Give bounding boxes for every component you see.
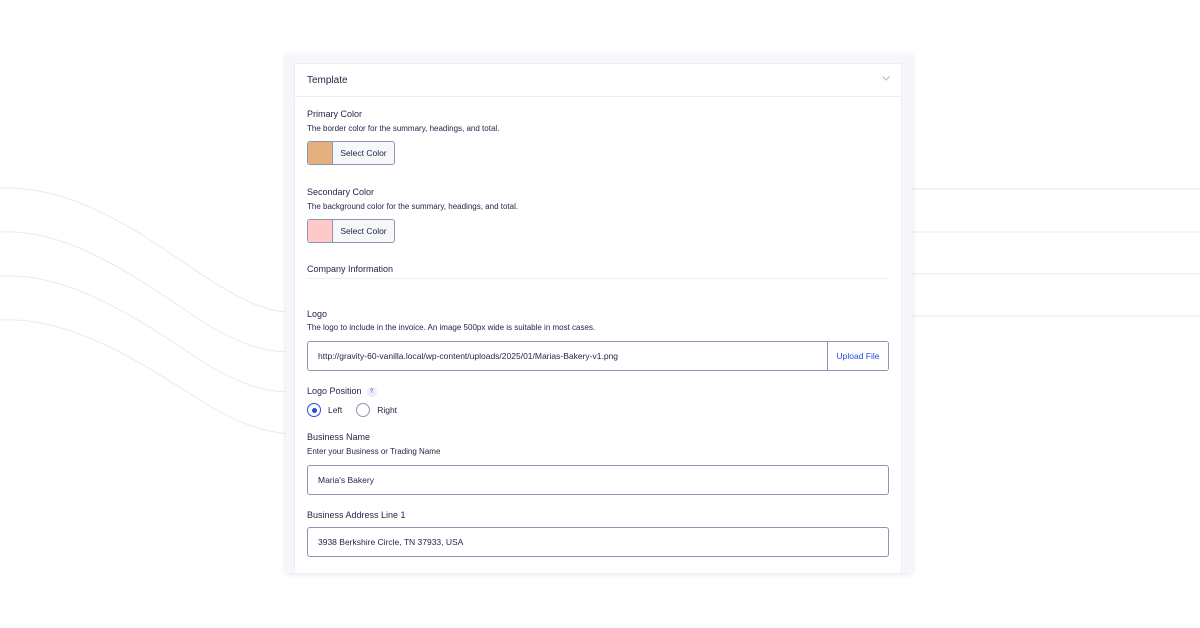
primary-select-color-button[interactable]: Select Color (333, 142, 394, 164)
business-address-line-1-input[interactable]: 3938 Berkshire Circle, TN 37933, USA (307, 527, 889, 557)
logo-position-right-radio[interactable] (356, 403, 371, 417)
primary-color-swatch (308, 142, 333, 164)
help-icon[interactable]: ? (366, 386, 377, 397)
upload-file-button[interactable]: Upload File (827, 342, 888, 370)
logo-label: Logo (307, 309, 328, 319)
secondary-color-swatch (308, 220, 333, 242)
primary-color-description: The border color for the summary, headin… (307, 124, 500, 133)
logo-position-radio-group: Left Right (307, 403, 411, 417)
business-name-input[interactable]: Maria's Bakery (307, 465, 889, 495)
business-name-label: Business Name (307, 432, 371, 442)
logo-position-left-label[interactable]: Left (328, 405, 342, 415)
template-card: Template Primary Color The border color … (294, 63, 902, 573)
secondary-select-color-button[interactable]: Select Color (333, 220, 394, 242)
template-card-header[interactable]: Template (295, 64, 901, 97)
logo-url-field[interactable]: http://gravity-60-vanilla.local/wp-conte… (307, 341, 889, 371)
logo-url-input[interactable]: http://gravity-60-vanilla.local/wp-conte… (308, 342, 827, 370)
logo-position-label-text: Logo Position (307, 386, 362, 396)
logo-position-right-label[interactable]: Right (377, 405, 397, 415)
business-name-description: Enter your Business or Trading Name (307, 447, 441, 456)
logo-position-label: Logo Position? (307, 386, 377, 397)
company-information-heading: Company Information (307, 264, 394, 274)
settings-panel: Template Primary Color The border color … (286, 54, 912, 573)
business-address-line-1-label: Business Address Line 1 (307, 510, 406, 520)
primary-color-picker[interactable]: Select Color (307, 141, 395, 165)
logo-description: The logo to include in the invoice. An i… (307, 323, 596, 332)
primary-color-label: Primary Color (307, 109, 363, 119)
secondary-color-description: The background color for the summary, he… (307, 202, 519, 211)
chevron-down-icon[interactable] (881, 73, 891, 83)
section-divider (307, 278, 889, 279)
logo-position-left-radio[interactable] (307, 403, 321, 417)
secondary-color-label: Secondary Color (307, 187, 375, 197)
card-title: Template (307, 75, 348, 86)
secondary-color-picker[interactable]: Select Color (307, 219, 395, 243)
